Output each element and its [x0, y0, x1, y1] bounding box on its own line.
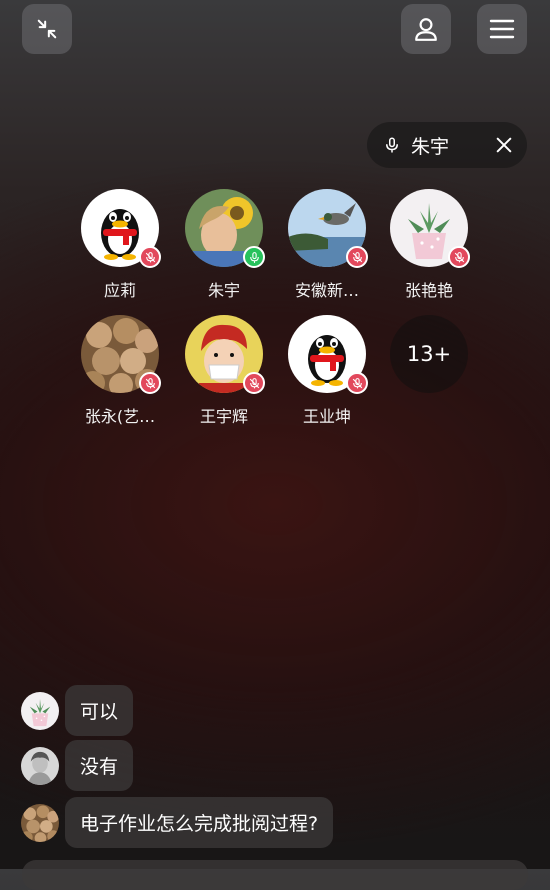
- member-name: 王宇辉: [199, 407, 248, 426]
- avatar[interactable]: [21, 747, 59, 785]
- member-item[interactable]: 张艳艳: [377, 189, 481, 301]
- profile-button[interactable]: [401, 4, 451, 54]
- member-item[interactable]: 安徽新…: [275, 189, 379, 301]
- chat-message: 没有: [21, 740, 134, 791]
- mic-muted-icon: [139, 372, 161, 394]
- minimize-icon: [37, 19, 57, 39]
- member-name: 张永(艺…: [84, 407, 156, 426]
- avatar[interactable]: [21, 692, 59, 730]
- more-members-count: 13+: [390, 315, 468, 393]
- member-name: 王业坤: [302, 407, 351, 426]
- member-name: 安徽新…: [294, 281, 359, 300]
- profile-icon: [415, 18, 437, 41]
- member-name: 应莉: [103, 281, 136, 300]
- member-item[interactable]: 王业坤: [275, 315, 379, 427]
- menu-icon: [489, 19, 515, 39]
- mic-muted-icon: [243, 372, 265, 394]
- chat-message: 电子作业怎么完成批阅过程?: [21, 797, 334, 848]
- avatar[interactable]: [21, 804, 59, 842]
- member-item[interactable]: 朱宇: [172, 189, 276, 301]
- microphone-icon: [383, 135, 401, 155]
- member-item[interactable]: 张永(艺…: [68, 315, 172, 427]
- member-name: 张艳艳: [404, 281, 453, 300]
- message-input-bar[interactable]: [22, 860, 528, 890]
- mic-muted-icon: [346, 372, 368, 394]
- menu-button[interactable]: [477, 4, 527, 54]
- mic-on-icon: [243, 246, 265, 268]
- chat-message: 可以: [21, 685, 134, 736]
- chat-bubble[interactable]: 没有: [65, 740, 134, 791]
- mic-muted-icon: [448, 246, 470, 268]
- mic-muted-icon: [346, 246, 368, 268]
- member-item[interactable]: 王宇辉: [172, 315, 276, 427]
- mic-muted-icon: [139, 246, 161, 268]
- member-name: 朱宇: [207, 281, 240, 300]
- current-speaker-name: 朱宇: [411, 135, 450, 158]
- more-members-button[interactable]: 13+: [377, 315, 481, 393]
- chat-bubble[interactable]: 电子作业怎么完成批阅过程?: [65, 797, 334, 848]
- chat-bubble[interactable]: 可以: [65, 685, 134, 736]
- minimize-button[interactable]: [22, 4, 72, 54]
- close-icon[interactable]: [495, 136, 513, 154]
- current-speaker-pill[interactable]: 朱宇: [367, 122, 527, 168]
- member-item[interactable]: 应莉: [68, 189, 172, 301]
